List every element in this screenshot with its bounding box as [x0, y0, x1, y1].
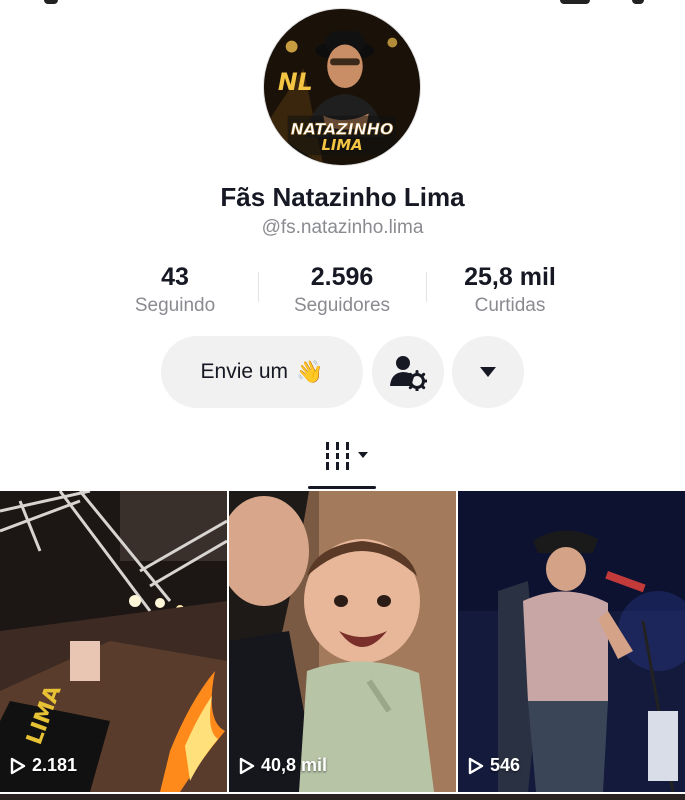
- wave-emoji: 👋: [296, 359, 324, 384]
- video-thumbnail[interactable]: 546: [458, 491, 685, 792]
- stat-following[interactable]: 43 Seguindo: [110, 262, 240, 320]
- stat-likes-value: 25,8 mil: [464, 263, 556, 291]
- stat-divider: [426, 272, 427, 302]
- status-bar-remnant: [0, 0, 685, 8]
- status-bar-glyph: [560, 0, 590, 4]
- display-name: Fãs Natazinho Lima: [220, 182, 465, 212]
- username: @fs.natazinho.lima: [261, 217, 424, 238]
- person-gear-icon: [390, 356, 427, 391]
- stat-likes[interactable]: 25,8 mil Curtidas: [440, 262, 580, 320]
- stat-following-label: Seguindo: [134, 295, 216, 316]
- status-bar-glyph: [632, 0, 644, 4]
- video-views-count: 40,8 mil: [261, 755, 328, 775]
- message-button[interactable]: Envie um 👋: [161, 336, 363, 408]
- video-views-count: 546: [490, 755, 521, 775]
- grid-bars-icon: [326, 442, 368, 470]
- stat-likes-label: Curtidas: [474, 295, 546, 316]
- singer-image: [458, 491, 685, 792]
- svg-text:NL: NL: [278, 68, 313, 96]
- svg-text:LIMA: LIMA: [321, 137, 362, 154]
- video-thumbnail[interactable]: LIMA 2.181: [0, 491, 227, 792]
- stat-divider: [258, 272, 259, 302]
- stat-followers[interactable]: 2.596 Seguidores: [272, 262, 412, 320]
- friends-settings-button[interactable]: [372, 336, 444, 408]
- video-grid: LIMA 2.181 40,8 mil 546: [0, 491, 685, 800]
- baby-image: [229, 491, 456, 792]
- concert-stage-image: LIMA: [0, 491, 227, 792]
- video-views: 40,8 mil: [239, 755, 327, 776]
- video-views: 546: [468, 755, 520, 776]
- status-bar-glyph: [44, 0, 58, 4]
- tab-videos[interactable]: [322, 440, 374, 472]
- tab-active-indicator: [308, 486, 376, 489]
- avatar[interactable]: NL NATAZINHO LIMA: [263, 8, 421, 166]
- caret-down-icon: [480, 367, 496, 377]
- next-row-thumbnails: [0, 794, 685, 800]
- avatar-image: NL NATAZINHO LIMA: [264, 9, 420, 165]
- message-button-label: Envie um: [200, 360, 289, 383]
- video-thumbnail[interactable]: 40,8 mil: [229, 491, 456, 792]
- play-icon: [10, 757, 26, 774]
- svg-text:NATAZINHO: NATAZINHO: [291, 119, 394, 138]
- stat-followers-value: 2.596: [310, 263, 374, 291]
- play-icon: [468, 757, 484, 774]
- more-options-button[interactable]: [452, 336, 524, 408]
- video-views: 2.181: [10, 755, 77, 776]
- stat-followers-label: Seguidores: [293, 295, 391, 316]
- video-views-count: 2.181: [32, 755, 78, 775]
- stat-following-value: 43: [161, 263, 189, 291]
- play-icon: [239, 757, 255, 774]
- profile-stats: 43 Seguindo 2.596 Seguidores 25,8 mil Cu…: [0, 262, 685, 322]
